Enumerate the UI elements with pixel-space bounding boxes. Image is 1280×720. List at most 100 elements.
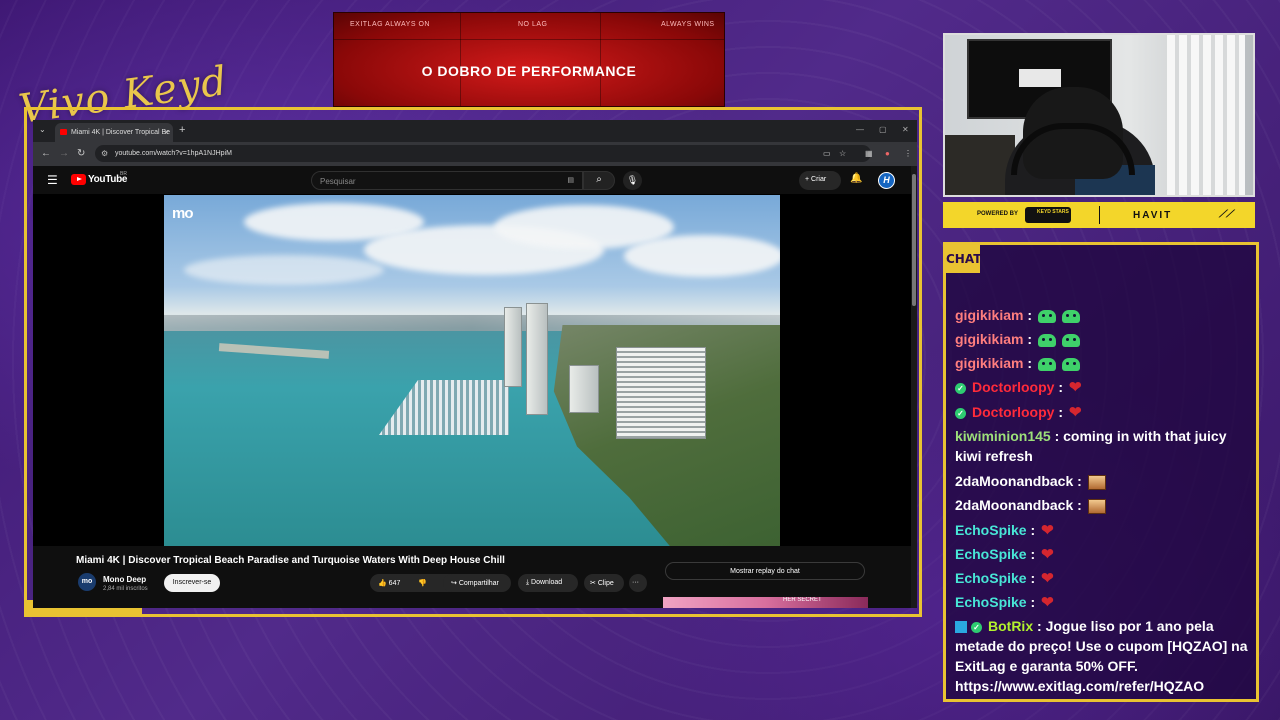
chat-username[interactable]: kiwiminion145 <box>955 428 1051 444</box>
maximize-icon[interactable]: ▢ <box>879 125 887 134</box>
chat-username[interactable]: gigikikiam <box>955 307 1023 323</box>
more-actions-button[interactable]: ··· <box>629 574 647 592</box>
heart-emote-icon: ❤ <box>1041 570 1054 587</box>
chat-username[interactable]: Doctorloopy <box>972 404 1054 420</box>
chat-username[interactable]: EchoSpike <box>955 546 1027 562</box>
new-tab-icon[interactable]: + <box>179 124 185 136</box>
chat-username[interactable]: 2daMoonandback <box>955 497 1073 513</box>
scissors-icon: ✂ <box>590 580 598 587</box>
youtube-header: ☰ YouTube BR Pesquisar ▤ ⌕ 🎙 + Criar 🔔 H <box>33 166 917 194</box>
youtube-page: ☰ YouTube BR Pesquisar ▤ ⌕ 🎙 + Criar 🔔 H <box>33 166 917 608</box>
chat-text: : <box>1073 497 1082 513</box>
download-button[interactable]: ⤓ Download <box>518 574 578 592</box>
youtube-favicon-icon <box>60 129 67 135</box>
like-button[interactable]: 👍 647 <box>378 580 400 587</box>
chat-message: EchoSpike : ❤ <box>955 568 1255 589</box>
create-button[interactable]: + Criar <box>799 171 841 190</box>
chat-username[interactable]: EchoSpike <box>955 594 1027 610</box>
tab-title: Miami 4K | Discover Tropical Be <box>71 129 171 136</box>
chat-message: gigikikiam : <box>955 353 1255 373</box>
scrollbar-thumb[interactable] <box>912 174 916 306</box>
banner-tagline-left: EXITLAG ALWAYS ON <box>350 21 430 28</box>
forward-icon[interactable]: → <box>59 148 69 159</box>
channel-name[interactable]: Mono Deep <box>103 575 146 584</box>
mic-icon: 🎙 <box>626 175 639 185</box>
notifications-bell-icon[interactable]: 🔔 <box>850 173 862 184</box>
search-input[interactable]: Pesquisar ▤ <box>311 171 583 190</box>
chat-text: : <box>1026 522 1036 538</box>
extensions-icon[interactable]: ▦ <box>865 149 873 158</box>
page-scrollbar[interactable] <box>911 166 917 608</box>
chat-message: 2daMoonandback : <box>955 495 1255 515</box>
frog-emote-icon <box>1062 357 1081 371</box>
video-player[interactable]: mo <box>33 194 911 546</box>
chat-text: : <box>1023 307 1033 323</box>
like-count: 647 <box>388 580 401 587</box>
subscribe-button[interactable]: Inscrever-se <box>164 574 220 592</box>
thumbs-up-icon: 👍 <box>378 580 389 587</box>
search-icon: ⌕ <box>596 174 602 185</box>
keyd-stars-logo: KEYD STARS <box>1025 207 1071 223</box>
chat-username[interactable]: EchoSpike <box>955 570 1027 586</box>
search-placeholder: Pesquisar <box>320 177 356 186</box>
chat-username[interactable]: gigikikiam <box>955 355 1023 371</box>
video-title: Miami 4K | Discover Tropical Beach Parad… <box>76 555 505 566</box>
thumbs-down-icon: 👎 <box>418 580 428 587</box>
hamburger-menu-icon[interactable]: ☰ <box>47 173 58 187</box>
browser-tab[interactable]: Miami 4K | Discover Tropical Be × <box>55 123 173 142</box>
chat-username[interactable]: EchoSpike <box>955 522 1027 538</box>
video-frame[interactable]: mo <box>164 195 780 546</box>
chat-text: : <box>1073 473 1082 489</box>
keyboard-icon[interactable]: ▤ <box>567 176 574 184</box>
chat-message: EchoSpike : ❤ <box>955 592 1255 613</box>
url-field[interactable]: ⚙ youtube.com/watch?v=1hpA1NJHpiM <box>95 145 871 162</box>
clip-button[interactable]: ✂ Clipe <box>584 574 624 592</box>
browser-menu-icon[interactable]: ⋮ <box>904 149 912 158</box>
chat-username[interactable]: BotRix <box>988 618 1033 634</box>
close-tab-icon[interactable]: × <box>164 128 169 137</box>
sponsor-bar: POWERED BY KEYD STARS HAVIT ⟋⟋ <box>943 202 1255 228</box>
heart-emote-icon: ❤ <box>1041 594 1054 611</box>
chat-text: : <box>1023 331 1033 347</box>
clip-label: Clipe <box>597 580 614 587</box>
recommended-thumbnail[interactable]: HER SECRET <box>663 597 868 608</box>
site-info-icon[interactable]: ⚙ <box>101 149 108 158</box>
subscriber-count: 2,84 mil inscritos <box>103 586 148 592</box>
heart-emote-icon: ❤ <box>1069 404 1082 421</box>
url-text: youtube.com/watch?v=1hpA1NJHpiM <box>115 150 232 157</box>
chat-text: : <box>1026 594 1036 610</box>
chat-message: ✓ Doctorloopy : ❤ <box>955 402 1255 423</box>
chat-username[interactable]: gigikikiam <box>955 331 1023 347</box>
voice-search-button[interactable]: 🎙 <box>623 171 642 190</box>
bookmark-star-icon[interactable]: ☆ <box>839 149 846 158</box>
youtube-logo-icon[interactable] <box>71 174 86 185</box>
box-emote-icon <box>1087 498 1106 514</box>
close-window-icon[interactable]: ✕ <box>902 125 909 134</box>
webcam-feed <box>943 33 1255 197</box>
chat-username[interactable]: 2daMoonandback <box>955 473 1073 489</box>
tab-search-icon[interactable]: ⌄ <box>39 125 46 134</box>
dislike-button[interactable]: 👎 <box>418 580 427 587</box>
cast-icon[interactable]: ▭ <box>823 149 831 158</box>
account-avatar[interactable]: H <box>878 172 895 189</box>
chat-message: EchoSpike : ❤ <box>955 544 1255 565</box>
show-chat-replay-button[interactable]: Mostrar replay do chat <box>665 562 865 580</box>
back-icon[interactable]: ← <box>41 148 51 159</box>
reload-icon[interactable]: ↻ <box>77 148 85 159</box>
profile-icon[interactable]: ● <box>885 149 890 158</box>
chat-text: : <box>1026 570 1036 586</box>
exitlag-banner: EXITLAG ALWAYS ON NO LAG ALWAYS WINS O D… <box>333 12 725 107</box>
verified-badge-icon: ✓ <box>955 407 966 419</box>
share-button[interactable]: ↪ Compartilhar <box>443 574 511 592</box>
chat-username[interactable]: Doctorloopy <box>972 379 1054 395</box>
verified-badge-icon: ✓ <box>971 621 982 633</box>
havit-logo: HAVIT <box>1133 210 1173 221</box>
video-watermark: mo <box>172 205 193 222</box>
chat-message: kiwiminion145 : coming in with that juic… <box>955 426 1255 466</box>
minimize-icon[interactable]: — <box>856 125 864 134</box>
heart-emote-icon: ❤ <box>1041 546 1054 563</box>
search-button[interactable]: ⌕ <box>583 171 615 190</box>
chat-header: CHAT <box>946 245 981 273</box>
channel-avatar[interactable]: mo <box>78 573 96 591</box>
box-emote-icon <box>1087 474 1106 490</box>
